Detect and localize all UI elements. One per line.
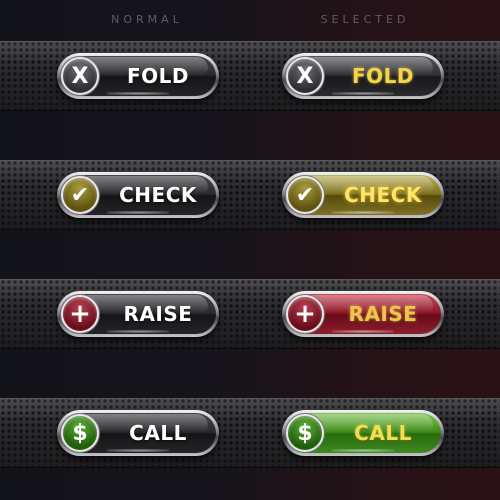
fold-button-normal[interactable]: X FOLD [57,53,219,99]
call-label: CALL [129,421,187,445]
check-button-selected[interactable]: ✔ CHECK [282,172,444,218]
close-icon: X [286,57,324,95]
close-icon: X [61,57,99,95]
check-label: CHECK [119,183,197,207]
dollar-icon: $ [61,414,99,452]
checkmark-icon: ✔ [61,176,99,214]
raise-button-selected[interactable]: + RAISE [282,291,444,337]
normal-column-header: NORMAL [111,13,183,26]
fold-label: FOLD [126,64,189,88]
plus-icon: + [61,295,99,333]
fold-button-selected[interactable]: X FOLD [282,53,444,99]
check-label: CHECK [344,183,422,207]
call-label: CALL [354,421,412,445]
raise-label: RAISE [348,302,418,326]
dollar-icon: $ [286,414,324,452]
checkmark-icon: ✔ [286,176,324,214]
check-button-normal[interactable]: ✔ CHECK [57,172,219,218]
plus-icon: + [286,295,324,333]
fold-label: FOLD [351,64,414,88]
selected-column-header: SELECTED [320,13,410,26]
call-button-selected[interactable]: $ CALL [282,410,444,456]
raise-button-normal[interactable]: + RAISE [57,291,219,337]
call-button-normal[interactable]: $ CALL [57,410,219,456]
raise-label: RAISE [123,302,193,326]
